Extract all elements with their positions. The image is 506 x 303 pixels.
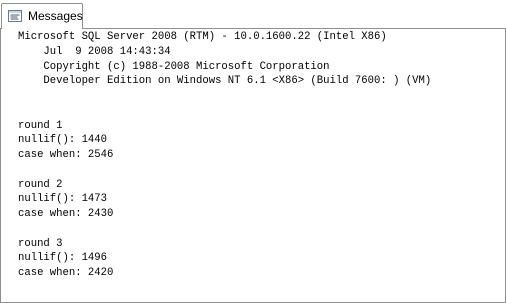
message-line: Developer Edition on Windows NT 6.1 <X86…: [18, 75, 432, 88]
message-line: Copyright (c) 1988-2008 Microsoft Corpor…: [18, 60, 330, 73]
message-line: Jul 9 2008 14:43:34: [18, 45, 171, 58]
messages-icon: [8, 10, 22, 22]
tab-messages-label: Messages: [28, 9, 83, 23]
message-line: nullif(): 1473: [18, 193, 108, 206]
message-line: [18, 163, 431, 178]
message-line: case when: 2546: [18, 149, 114, 161]
message-line: case when: 2430: [18, 208, 114, 220]
message-line: round 3: [18, 237, 63, 250]
messages-text: Microsoft SQL Server 2008 (RTM) - 10.0.1…: [18, 30, 431, 281]
messages-output-pane[interactable]: Microsoft SQL Server 2008 (RTM) - 10.0.1…: [0, 28, 506, 303]
message-line: round 2: [18, 178, 63, 191]
message-line: round 1: [18, 119, 63, 132]
message-line: Microsoft SQL Server 2008 (RTM) - 10.0.1…: [18, 31, 387, 43]
message-line: [18, 222, 431, 237]
message-line: [18, 89, 431, 104]
messages-window: Messages Microsoft SQL Server 2008 (RTM)…: [0, 0, 506, 303]
message-line: nullif(): 1496: [18, 252, 108, 265]
message-line: case when: 2420: [18, 267, 114, 279]
message-line: [18, 104, 431, 119]
results-tabstrip: Messages: [0, 0, 506, 29]
tab-messages[interactable]: Messages: [1, 3, 83, 29]
message-line: nullif(): 1440: [18, 134, 108, 147]
